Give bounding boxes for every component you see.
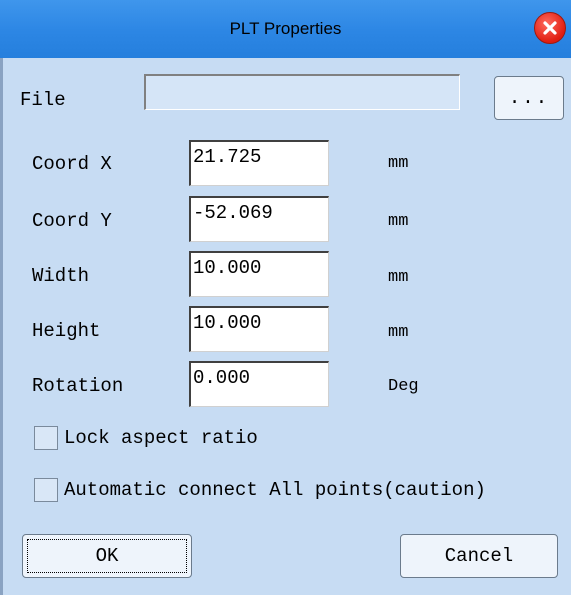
coord-x-input[interactable]: 21.725 <box>189 140 329 186</box>
rotation-unit: Deg <box>388 377 419 396</box>
height-unit: mm <box>388 323 409 342</box>
rotation-label: Rotation <box>32 375 124 397</box>
lock-aspect-label[interactable]: Lock aspect ratio <box>64 426 258 450</box>
coord-y-unit: mm <box>388 212 409 231</box>
file-label: File <box>20 89 66 111</box>
file-path-field[interactable] <box>144 74 460 110</box>
coord-y-input[interactable]: -52.069 <box>189 196 329 242</box>
browse-button[interactable]: ... <box>494 76 564 120</box>
plt-properties-dialog: PLT Properties File ... Coord X 21.725 m… <box>0 0 571 595</box>
width-unit: mm <box>388 268 409 287</box>
width-label: Width <box>32 265 90 287</box>
title-bar[interactable]: PLT Properties <box>0 0 571 58</box>
close-button[interactable] <box>534 12 566 44</box>
ok-button[interactable]: OK <box>22 534 192 578</box>
window-title: PLT Properties <box>229 19 342 38</box>
coord-x-unit: mm <box>388 154 409 173</box>
auto-connect-label[interactable]: Automatic connect All points(caution) <box>64 478 486 502</box>
width-input[interactable]: 10.000 <box>189 251 329 297</box>
height-label: Height <box>32 320 101 342</box>
auto-connect-checkbox[interactable] <box>34 478 58 502</box>
cancel-button[interactable]: Cancel <box>400 534 558 578</box>
rotation-input[interactable]: 0.000 <box>189 361 329 407</box>
window-border <box>0 0 3 595</box>
coord-x-label: Coord X <box>32 153 112 175</box>
coord-y-label: Coord Y <box>32 210 112 232</box>
focus-indicator <box>27 539 187 573</box>
height-input[interactable]: 10.000 <box>189 306 329 352</box>
close-icon <box>543 21 557 35</box>
lock-aspect-checkbox[interactable] <box>34 426 58 450</box>
